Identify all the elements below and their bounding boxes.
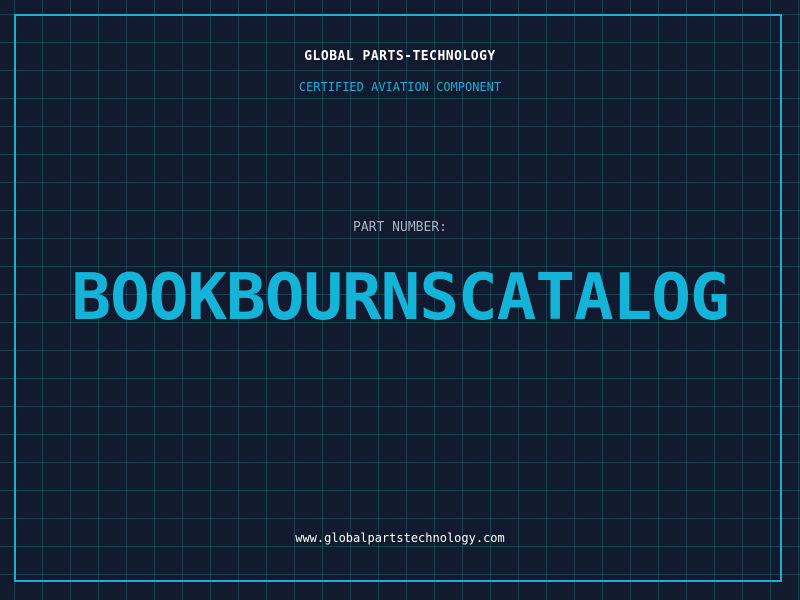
company-name: GLOBAL PARTS-TECHNOLOGY xyxy=(304,49,496,64)
part-number-label: PART NUMBER: xyxy=(353,220,447,235)
certification-subtitle: CERTIFIED AVIATION COMPONENT xyxy=(298,80,502,94)
part-card: GLOBAL PARTS-TECHNOLOGY CERTIFIED AVIATI… xyxy=(0,0,800,600)
part-number-value-container: BOOKBOURNSCATALOG xyxy=(0,256,800,340)
website-url: www.globalpartstechnology.com xyxy=(295,531,505,545)
part-number-value: BOOKBOURNSCATALOG xyxy=(71,261,729,335)
